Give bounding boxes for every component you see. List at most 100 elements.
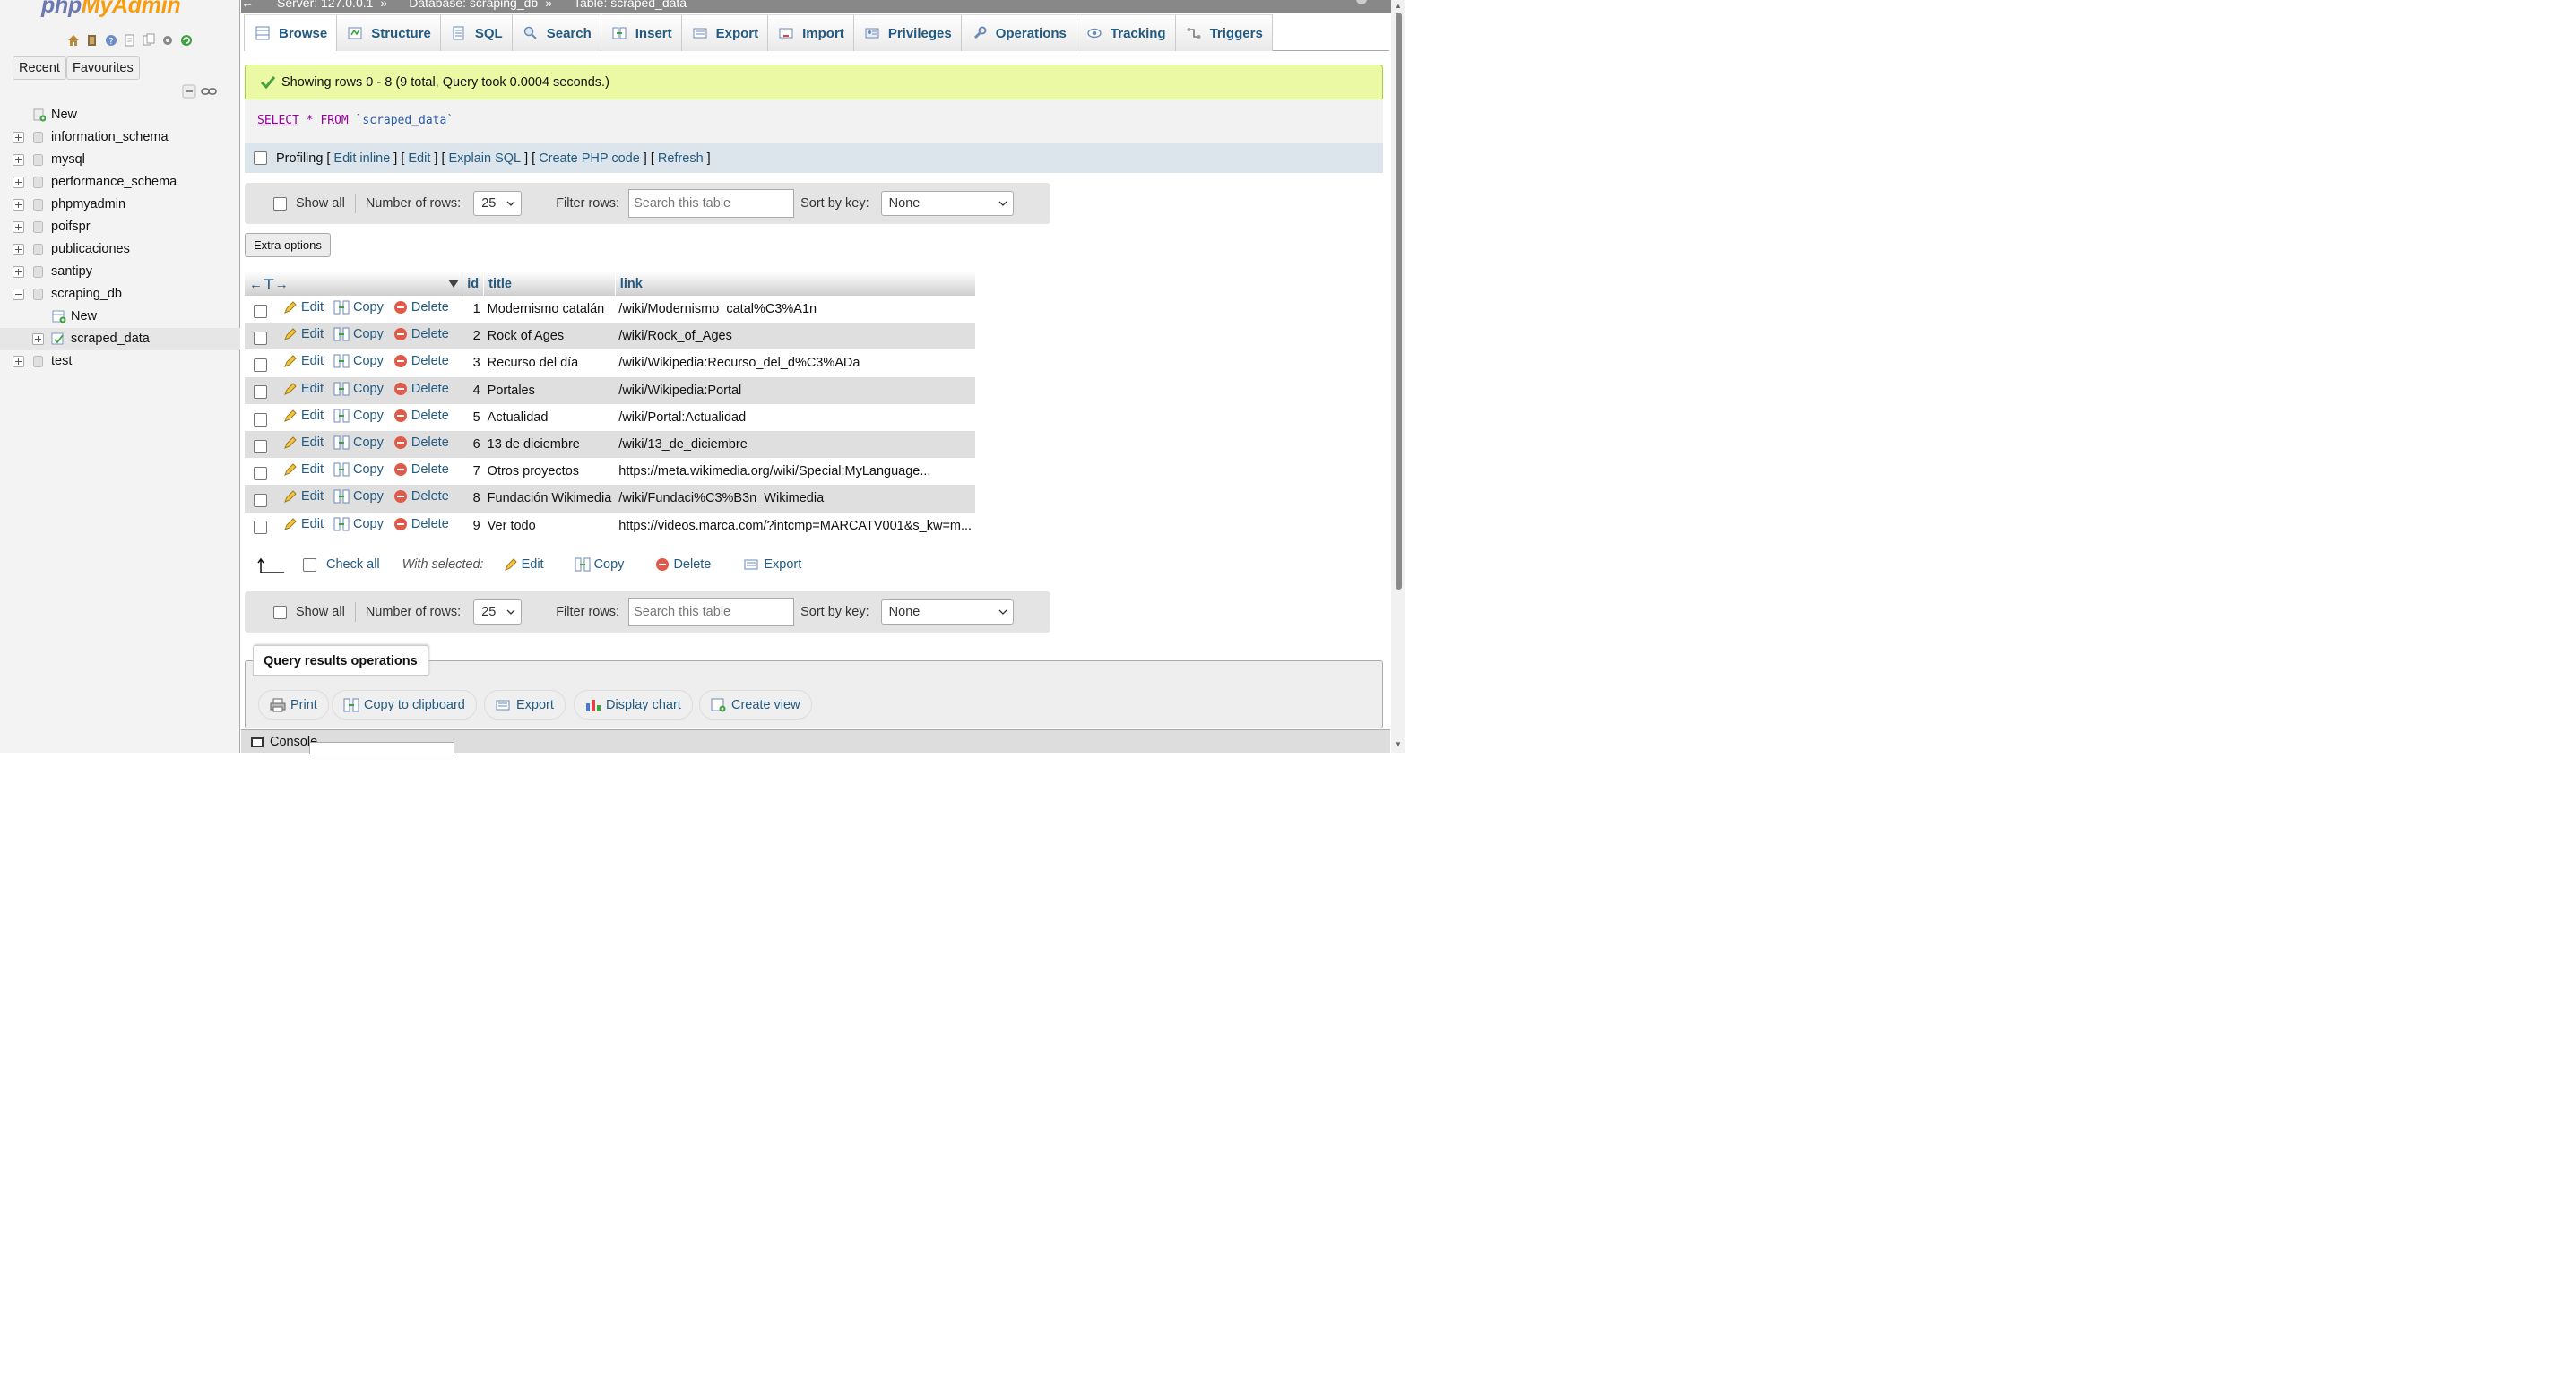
- sort-options-icon[interactable]: [448, 280, 460, 288]
- cell-link[interactable]: /wiki/Modernismo_catal%C3%A1n: [615, 296, 975, 323]
- tree-item-information-schema[interactable]: information_schema: [0, 126, 240, 149]
- cell-link[interactable]: https://meta.wikimedia.org/wiki/Special:…: [615, 458, 975, 485]
- tree-item-publicaciones[interactable]: publicaciones: [0, 238, 240, 261]
- breadcrumb-table[interactable]: Table: scraped_data: [559, 0, 687, 10]
- column-header-link[interactable]: link: [615, 271, 976, 296]
- tree-item-phpmyadmin[interactable]: phpmyadmin: [0, 194, 240, 216]
- favourites-button[interactable]: Favourites: [66, 56, 140, 80]
- cell-id[interactable]: 7: [462, 458, 484, 485]
- row-edit-button[interactable]: Edit: [283, 489, 324, 504]
- row-checkbox[interactable]: [254, 494, 267, 508]
- row-copy-button[interactable]: Copy: [333, 300, 384, 315]
- row-copy-button[interactable]: Copy: [333, 327, 384, 341]
- cell-title[interactable]: Recurso del día: [484, 349, 616, 376]
- row-edit-button[interactable]: Edit: [283, 409, 324, 423]
- column-header-id[interactable]: id: [462, 271, 485, 296]
- row-delete-button[interactable]: Delete: [393, 354, 449, 368]
- table-row[interactable]: Edit Copy Delete 9 Ver todo https://videos.ma…: [245, 513, 975, 539]
- check-all-label[interactable]: Check all: [326, 557, 380, 572]
- tree-item-scraped-data[interactable]: scraped_data: [0, 328, 240, 350]
- tree-item-poifspr[interactable]: poifspr: [0, 216, 240, 238]
- cell-title[interactable]: Portales: [483, 376, 616, 404]
- help-icon[interactable]: ?: [103, 32, 119, 48]
- phpmyadmin-logo[interactable]: phpMyAdmin: [41, 0, 181, 19]
- home-icon[interactable]: [65, 32, 82, 48]
- expand-icon[interactable]: [13, 199, 24, 211]
- tab-import[interactable]: Import: [768, 14, 854, 51]
- collapse-icon[interactable]: [13, 289, 24, 300]
- row-copy-button[interactable]: Copy: [333, 382, 384, 396]
- show-all-checkbox[interactable]: [273, 605, 287, 619]
- cell-id[interactable]: 4: [462, 376, 484, 404]
- row-delete-button[interactable]: Delete: [393, 409, 449, 423]
- cell-link[interactable]: /wiki/Portal:Actualidad: [615, 404, 975, 431]
- page-settings-icon[interactable]: [1354, 0, 1369, 8]
- row-checkbox[interactable]: [254, 358, 267, 373]
- filter-rows-input[interactable]: Search this table: [628, 598, 795, 626]
- expand-icon[interactable]: [13, 244, 24, 255]
- cell-id[interactable]: 5: [462, 404, 484, 431]
- cell-id[interactable]: 2: [462, 323, 484, 350]
- cell-id[interactable]: 1: [462, 296, 484, 323]
- row-checkbox[interactable]: [254, 439, 267, 453]
- table-row[interactable]: Edit Copy Delete 8 Fundación Wikimedia/wiki/…: [245, 485, 976, 513]
- row-delete-button[interactable]: Delete: [393, 489, 449, 504]
- row-edit-button[interactable]: Edit: [283, 435, 324, 450]
- profiling-checkbox[interactable]: [254, 151, 267, 165]
- cell-link[interactable]: /wiki/Rock_of_Ages: [615, 323, 976, 350]
- cell-id[interactable]: 8: [462, 485, 484, 513]
- expand-icon[interactable]: [13, 154, 24, 166]
- row-delete-button[interactable]: Delete: [393, 462, 449, 477]
- recent-button[interactable]: Recent: [13, 56, 66, 80]
- extra-options-button[interactable]: Extra options: [245, 233, 331, 257]
- row-edit-button[interactable]: Edit: [283, 462, 324, 477]
- row-checkbox[interactable]: [254, 521, 267, 535]
- tab-privileges[interactable]: Privileges: [853, 14, 962, 51]
- row-checkbox[interactable]: [254, 331, 267, 345]
- tree-item-new[interactable]: New: [0, 104, 240, 126]
- tab-sql[interactable]: SQL: [440, 14, 513, 51]
- cell-title[interactable]: 13 de diciembre: [483, 430, 616, 459]
- row-copy-button[interactable]: Copy: [333, 489, 384, 504]
- table-row[interactable]: Edit Copy Delete 1 Modernismo catalán/wiki/M…: [245, 296, 975, 323]
- row-checkbox[interactable]: [254, 412, 267, 427]
- logout-icon[interactable]: [84, 32, 100, 48]
- copy-to-clipboard-button[interactable]: Copy to clipboard: [332, 690, 477, 720]
- refresh-link[interactable]: Refresh: [658, 151, 704, 166]
- row-copy-button[interactable]: Copy: [333, 517, 384, 531]
- cell-link[interactable]: https://videos.marca.com/?intcmp=MARCATV…: [615, 513, 975, 539]
- collapse-all-icon[interactable]: [182, 84, 196, 99]
- tab-insert[interactable]: Insert: [601, 14, 682, 51]
- row-delete-button[interactable]: Delete: [393, 435, 449, 450]
- tree-item-scraping-db[interactable]: scraping_db: [0, 283, 240, 306]
- row-checkbox[interactable]: [254, 385, 267, 400]
- print-button[interactable]: Print: [258, 690, 329, 720]
- filter-rows-input[interactable]: Search this table: [628, 189, 795, 218]
- sort-by-key-select[interactable]: None: [880, 191, 1014, 216]
- bulk-copy-button[interactable]: Copy: [575, 557, 624, 572]
- tab-search[interactable]: Search: [512, 14, 601, 51]
- settings-icon[interactable]: [160, 32, 176, 48]
- copy-doc-icon[interactable]: [141, 32, 157, 48]
- breadcrumb-server[interactable]: Server: 127.0.0.1: [261, 0, 373, 10]
- back-arrow-icon[interactable]: ←: [241, 0, 254, 10]
- scroll-up-icon[interactable]: ▲: [1395, 2, 1402, 10]
- column-header-title[interactable]: title: [483, 271, 616, 296]
- cell-title[interactable]: Otros proyectos: [484, 458, 616, 485]
- number-of-rows-select[interactable]: 25: [473, 599, 523, 625]
- cell-title[interactable]: Modernismo catalán: [484, 296, 616, 323]
- cell-id[interactable]: 3: [462, 349, 484, 376]
- table-row[interactable]: Edit Copy Delete 3 Recurso del día/wiki/Wiki…: [245, 349, 975, 376]
- console-input-tab[interactable]: [309, 742, 454, 754]
- show-all-checkbox[interactable]: [273, 196, 287, 211]
- tab-triggers[interactable]: Triggers: [1175, 14, 1273, 51]
- tree-item-test[interactable]: test: [0, 350, 240, 373]
- cell-link[interactable]: /wiki/Fundaci%C3%B3n_Wikimedia: [615, 485, 976, 513]
- scrollbar-thumb[interactable]: [1396, 13, 1402, 590]
- row-delete-button[interactable]: Delete: [393, 300, 449, 315]
- row-edit-button[interactable]: Edit: [283, 327, 324, 341]
- breadcrumb-database[interactable]: Database: scraping_db: [394, 0, 538, 10]
- sql-select-keyword[interactable]: SELECT: [257, 114, 299, 127]
- row-delete-button[interactable]: Delete: [393, 382, 449, 396]
- tab-tracking[interactable]: Tracking: [1076, 14, 1176, 51]
